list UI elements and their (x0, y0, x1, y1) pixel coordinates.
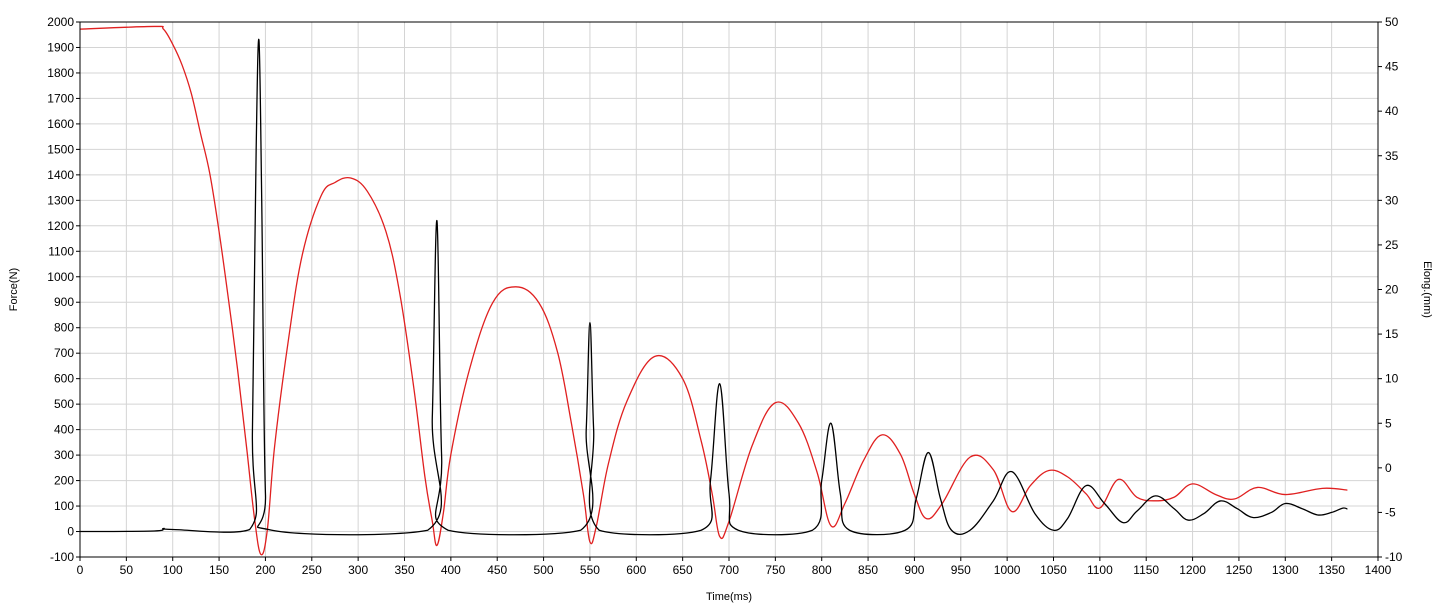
y-left-tick-label: 1800 (47, 66, 74, 80)
y-left-tick-label: -100 (50, 550, 74, 564)
x-tick-label: 500 (534, 563, 554, 577)
y-axis-left: -100 0 100 200 300 400 500 600 700 800 900 1000 1100… (47, 15, 80, 564)
chart: 0 50 100 150 200 250 300 350 400 450 500 550 600 650 7… (8, 15, 1433, 603)
y-right-tick-label: 40 (1385, 104, 1399, 118)
x-tick-label: 550 (580, 563, 600, 577)
y-left-tick-label: 800 (54, 321, 74, 335)
y-left-tick-label: 500 (54, 397, 74, 411)
x-tick-label: 1250 (1226, 563, 1253, 577)
x-tick-label: 400 (441, 563, 461, 577)
y-left-tick-label: 200 (54, 474, 74, 488)
y-left-tick-label: 1000 (47, 270, 74, 284)
y-axis-right-label: Elong.(mm) (1421, 261, 1433, 318)
x-tick-label: 750 (765, 563, 785, 577)
y-right-tick-label: 50 (1385, 15, 1399, 29)
x-tick-label: 900 (904, 563, 924, 577)
y-right-tick-label: 30 (1385, 193, 1399, 207)
x-tick-label: 300 (348, 563, 368, 577)
y-right-tick-label: 15 (1385, 327, 1399, 341)
x-tick-label: 100 (163, 563, 183, 577)
x-tick-label: 800 (812, 563, 832, 577)
x-tick-label: 1400 (1365, 563, 1392, 577)
y-left-tick-label: 1300 (47, 193, 74, 207)
y-left-tick-label: 100 (54, 499, 74, 513)
x-tick-label: 1050 (1040, 563, 1067, 577)
x-tick-label: 0 (77, 563, 84, 577)
y-left-tick-label: 2000 (47, 15, 74, 29)
x-tick-label: 150 (209, 563, 229, 577)
x-tick-label: 1350 (1318, 563, 1345, 577)
y-left-tick-label: 400 (54, 423, 74, 437)
x-tick-label: 1100 (1087, 563, 1113, 577)
x-tick-label: 200 (255, 563, 275, 577)
y-axis-left-label: Force(N) (8, 268, 20, 311)
y-left-tick-label: 1100 (48, 244, 74, 258)
y-right-tick-label: -5 (1385, 505, 1396, 519)
y-left-tick-label: 900 (54, 295, 74, 309)
y-right-tick-label: 35 (1385, 149, 1399, 163)
y-left-tick-label: 300 (54, 448, 74, 462)
x-tick-label: 700 (719, 563, 739, 577)
x-tick-label: 250 (302, 563, 322, 577)
y-axis-right: -10 -5 0 5 10 15 20 25 30 35 40 45 50 (1378, 15, 1403, 564)
x-tick-label: 600 (626, 563, 646, 577)
x-tick-label: 350 (394, 563, 414, 577)
y-left-tick-label: 1600 (47, 117, 74, 131)
y-right-tick-label: 45 (1385, 60, 1399, 74)
y-left-tick-label: 1700 (47, 91, 74, 105)
x-tick-label: 1300 (1272, 563, 1299, 577)
x-tick-label: 850 (858, 563, 878, 577)
y-left-tick-label: 0 (67, 525, 74, 539)
y-left-tick-label: 600 (54, 372, 74, 386)
y-right-tick-label: 0 (1385, 461, 1392, 475)
y-left-tick-label: 700 (54, 346, 74, 360)
x-tick-label: 450 (487, 563, 507, 577)
x-tick-label: 950 (951, 563, 971, 577)
x-tick-label: 1200 (1179, 563, 1206, 577)
y-left-tick-label: 1500 (47, 142, 74, 156)
x-tick-label: 650 (673, 563, 693, 577)
x-tick-label: 1150 (1133, 563, 1159, 577)
x-axis: 0 50 100 150 200 250 300 350 400 450 500 550 600 650 7… (77, 557, 1392, 577)
y-left-tick-label: 1400 (47, 168, 74, 182)
y-right-tick-label: 20 (1385, 283, 1399, 297)
x-axis-label: Time(ms) (706, 591, 752, 603)
x-tick-label: 50 (120, 563, 134, 577)
y-left-tick-label: 1200 (47, 219, 74, 233)
y-right-tick-label: 5 (1385, 416, 1392, 430)
y-right-tick-label: 25 (1385, 238, 1399, 252)
y-left-tick-label: 1900 (47, 40, 74, 54)
y-right-tick-label: 10 (1385, 372, 1399, 386)
x-tick-label: 1000 (994, 563, 1021, 577)
y-right-tick-label: -10 (1385, 550, 1403, 564)
